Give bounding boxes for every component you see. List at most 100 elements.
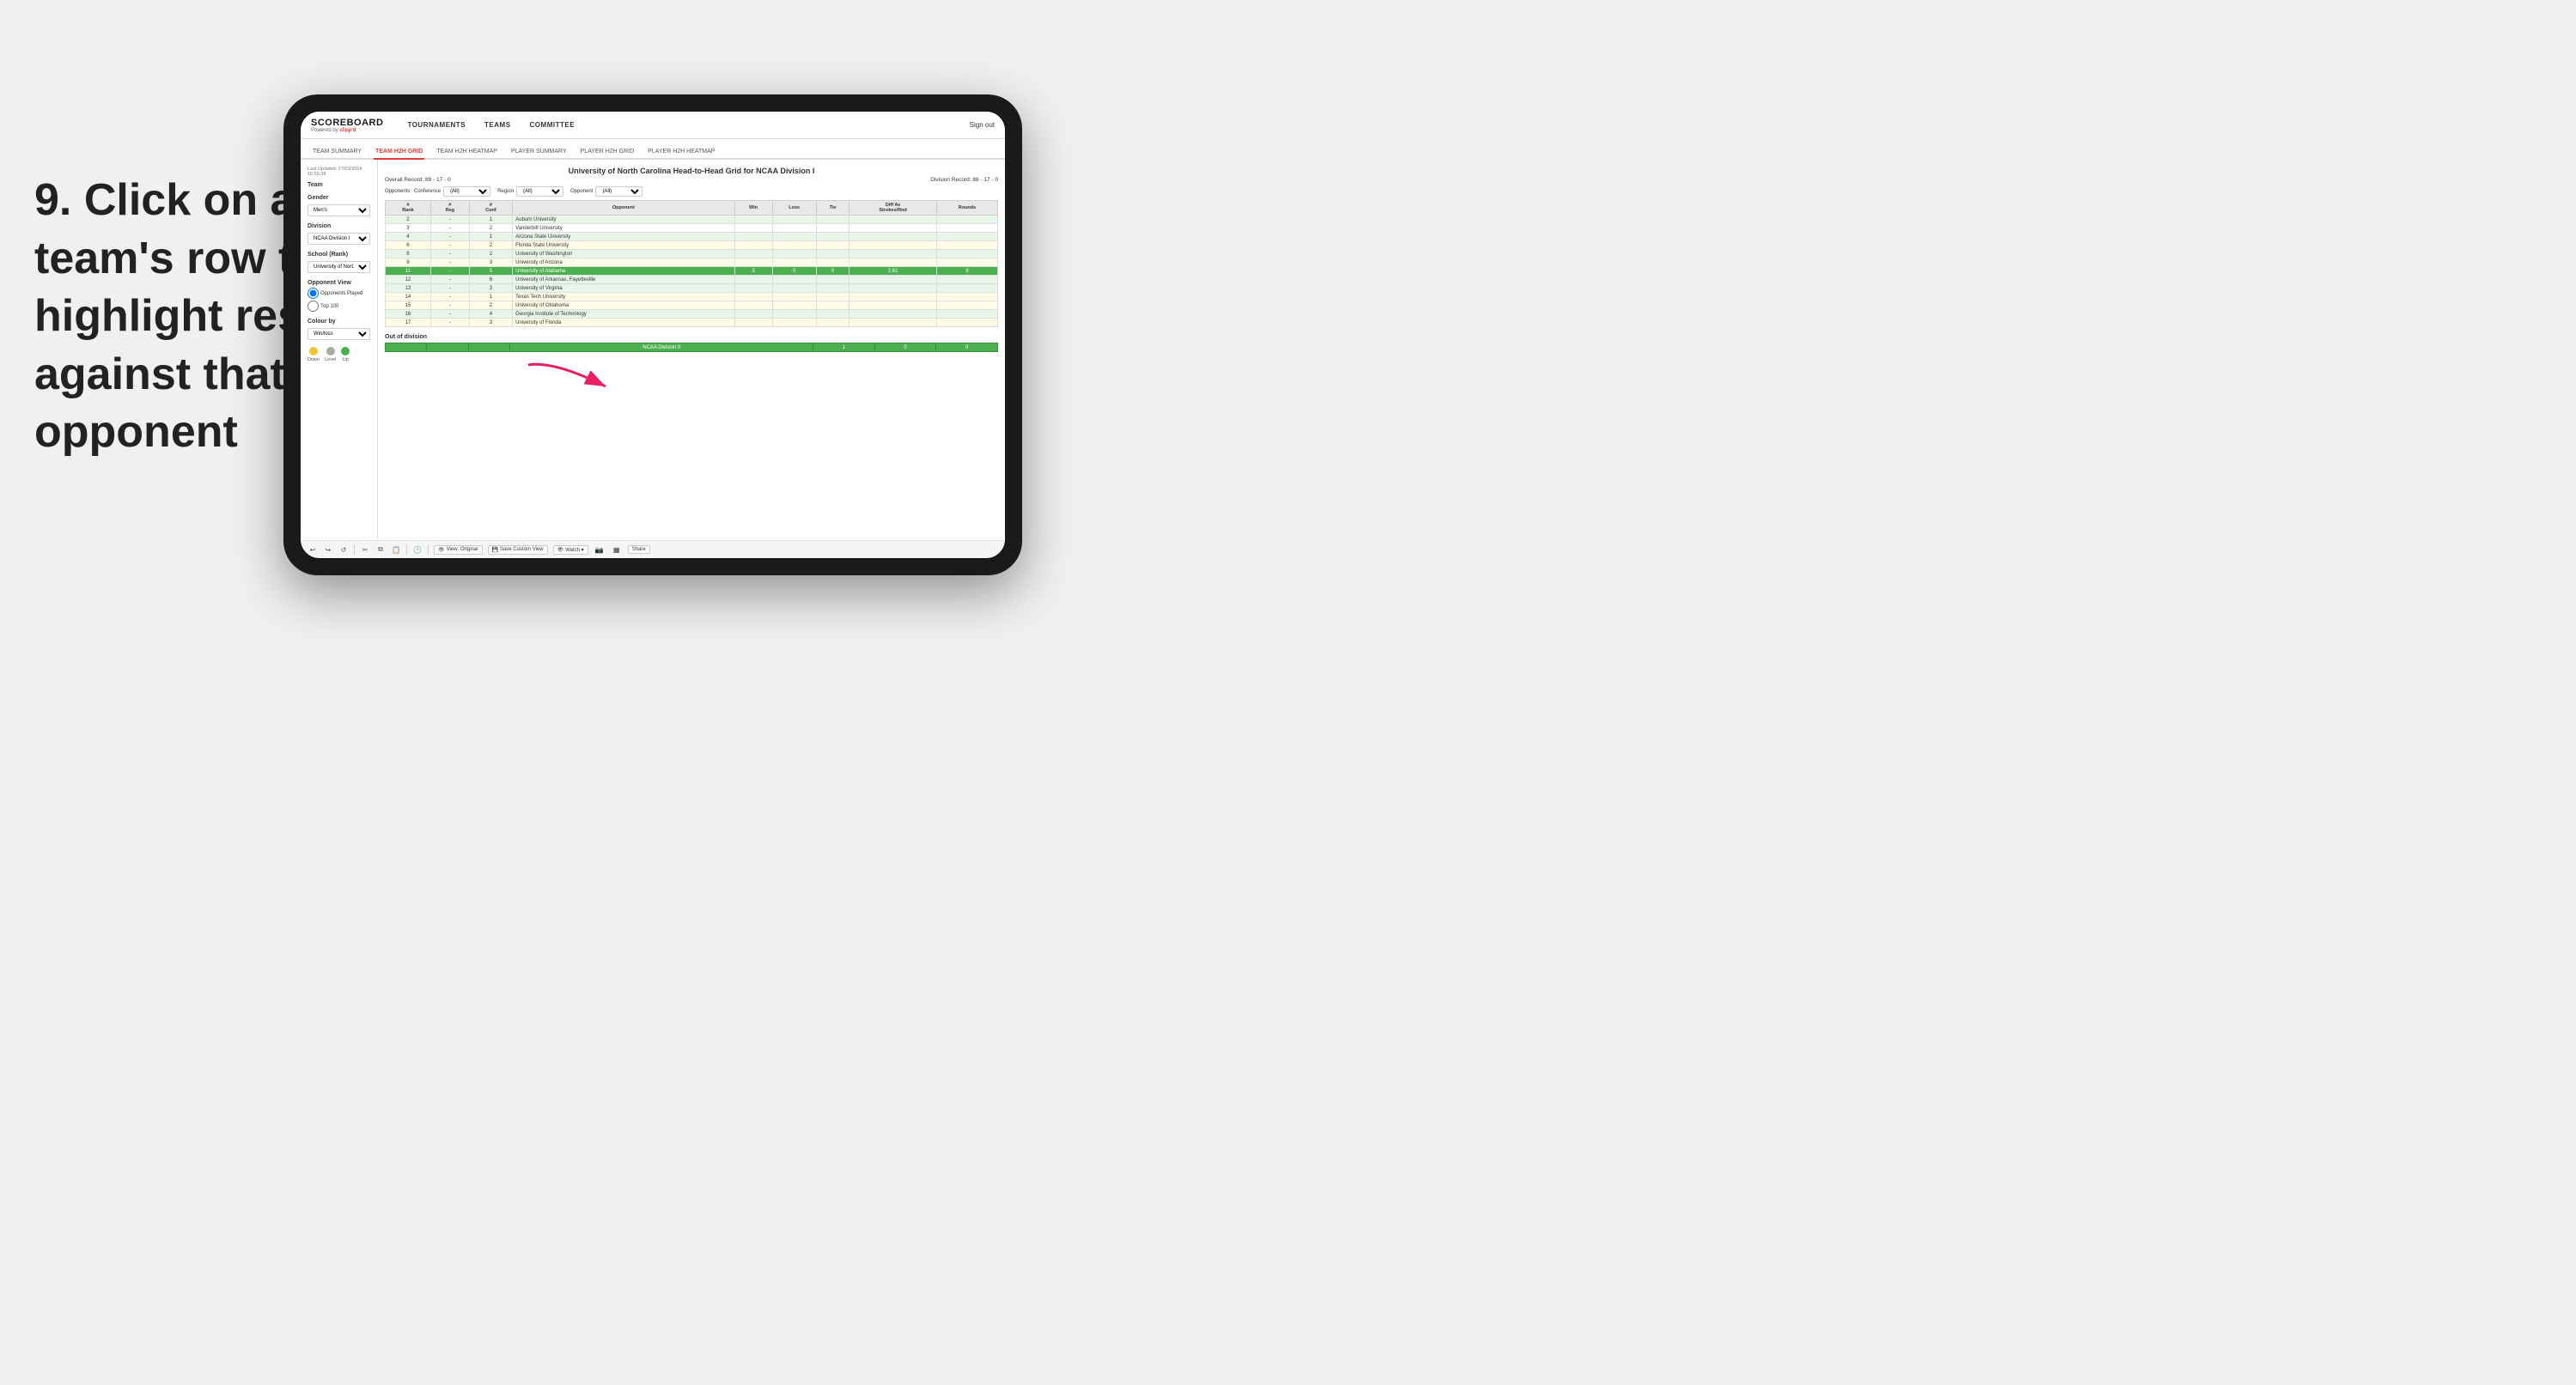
up-dot	[341, 347, 350, 355]
undo-icon[interactable]: ↩	[308, 544, 318, 555]
conf-cell: 2	[469, 224, 512, 233]
conference-filter-group: Opponents: Conference (All)	[385, 186, 490, 197]
out-of-division-section: Out of division NCAA Division II 1 0 0	[385, 334, 998, 352]
logo-powered: Powered by clipp'd	[311, 128, 383, 133]
table-row[interactable]: 11-5University of Alabama3002.618	[386, 267, 998, 276]
nav-tournaments[interactable]: TOURNAMENTS	[404, 119, 469, 131]
table-row[interactable]: 9-3University of Arizona	[386, 258, 998, 267]
top-100-radio[interactable]: Top 100	[308, 301, 370, 312]
reg-cell: -	[430, 233, 469, 241]
conf-cell: 3	[469, 319, 512, 327]
nav-committee[interactable]: COMMITTEE	[527, 119, 579, 131]
table-row[interactable]: 14-1Texas Tech University	[386, 293, 998, 301]
rounds-cell	[936, 233, 997, 241]
diff-cell	[850, 301, 937, 310]
loss-cell	[772, 319, 816, 327]
gender-select[interactable]: Men's	[308, 204, 370, 216]
reg-cell: -	[430, 310, 469, 319]
table-row[interactable]: 8-2University of Washington	[386, 250, 998, 258]
sub-nav: TEAM SUMMARY TEAM H2H GRID TEAM H2H HEAT…	[301, 139, 1005, 160]
separator-1	[354, 544, 355, 555]
scissor-icon[interactable]: ✂	[360, 544, 370, 555]
clock-icon[interactable]: 🕐	[412, 544, 423, 555]
rounds-cell	[936, 250, 997, 258]
sub-nav-team-h2h-heatmap[interactable]: TEAM H2H HEATMAP	[435, 145, 499, 160]
nav-items: TOURNAMENTS TEAMS COMMITTEE	[404, 119, 955, 131]
table-row[interactable]: 15-2University of Oklahoma	[386, 301, 998, 310]
table-row[interactable]: 2-1Auburn University	[386, 216, 998, 224]
win-cell	[734, 301, 772, 310]
opponent-select[interactable]: (All)	[595, 186, 642, 197]
sub-nav-player-h2h-grid[interactable]: PLAYER H2H GRID	[579, 145, 636, 160]
save-custom-view-btn[interactable]: 💾 Save Custom View	[488, 545, 548, 555]
opponents-label: Opponents:	[385, 189, 411, 194]
tie-cell	[816, 284, 849, 293]
table-row[interactable]: 4-1Arizona State University	[386, 233, 998, 241]
sign-out-link[interactable]: Sign out	[970, 121, 995, 129]
name-cell: Florida State University	[513, 241, 734, 250]
overall-record: Overall Record: 89 - 17 - 0	[385, 177, 451, 183]
top-100-input[interactable]	[308, 301, 319, 312]
grid-icon[interactable]: ▦	[611, 544, 623, 556]
school-label: School (Rank)	[308, 252, 370, 258]
share-btn[interactable]: Share	[628, 545, 650, 554]
arrow-annotation	[520, 356, 623, 408]
division-row[interactable]: NCAA Division II 1 0 0	[386, 343, 998, 352]
conference-select[interactable]: (All)	[443, 186, 490, 197]
camera-icon[interactable]: 📷	[594, 544, 606, 556]
opponents-played-radio[interactable]: Opponents Played	[308, 288, 370, 299]
sub-nav-team-h2h-grid[interactable]: TEAM H2H GRID	[374, 145, 424, 160]
legend-up: Up	[341, 347, 350, 362]
sub-nav-player-h2h-heatmap[interactable]: PLAYER H2H HEATMAP	[646, 145, 716, 160]
conf-cell: 2	[469, 250, 512, 258]
table-header-row: #Rank #Reg #Conf Opponent Win Loss Tie D…	[386, 201, 998, 216]
tie-cell	[816, 276, 849, 284]
down-dot	[309, 347, 318, 355]
table-row[interactable]: 12-6University of Arkansas, Fayetteville	[386, 276, 998, 284]
loss-cell	[772, 250, 816, 258]
rank-cell: 12	[386, 276, 431, 284]
col-loss: Loss	[772, 201, 816, 216]
opponents-played-input[interactable]	[308, 288, 319, 299]
view-icon: 👁	[438, 547, 445, 553]
table-row[interactable]: 6-2Florida State University	[386, 241, 998, 250]
reg-cell: -	[430, 216, 469, 224]
copy-icon[interactable]: ⧉	[375, 544, 386, 555]
division-select[interactable]: NCAA Division I	[308, 233, 370, 245]
school-select[interactable]: University of Nort...	[308, 261, 370, 273]
diff-cell	[850, 233, 937, 241]
win-cell	[734, 224, 772, 233]
loss-cell	[772, 241, 816, 250]
colour-by-select[interactable]: Win/loss	[308, 328, 370, 340]
table-row[interactable]: 13-3University of Virginia	[386, 284, 998, 293]
rank-cell: 13	[386, 284, 431, 293]
col-reg: #Reg	[430, 201, 469, 216]
rank-cell: 15	[386, 301, 431, 310]
paste-icon[interactable]: 📋	[391, 544, 401, 555]
rounds-cell	[936, 241, 997, 250]
refresh-icon[interactable]: ↺	[338, 544, 349, 555]
table-row[interactable]: 16-4Georgia Institute of Technology	[386, 310, 998, 319]
opponent-view-section: Opponent View Opponents Played Top 100	[308, 280, 370, 312]
table-row[interactable]: 3-2Vanderbilt University	[386, 224, 998, 233]
col-opponent: Opponent	[513, 201, 734, 216]
tie-cell	[816, 233, 849, 241]
sub-nav-player-summary[interactable]: PLAYER SUMMARY	[509, 145, 569, 160]
view-original-btn[interactable]: 👁 View: Original	[434, 545, 483, 555]
nav-teams[interactable]: TEAMS	[481, 119, 515, 131]
loss-cell: 0	[772, 267, 816, 276]
table-row[interactable]: 17-3University of Florida	[386, 319, 998, 327]
conf-cell: 1	[469, 233, 512, 241]
conf-cell: 2	[469, 241, 512, 250]
tie-cell	[816, 216, 849, 224]
sub-nav-team-summary[interactable]: TEAM SUMMARY	[311, 145, 363, 160]
win-cell	[734, 233, 772, 241]
win-cell	[734, 258, 772, 267]
team-label: Team	[308, 182, 370, 188]
loss-cell	[772, 276, 816, 284]
region-select[interactable]: (All)	[516, 186, 563, 197]
rounds-cell	[936, 284, 997, 293]
win-cell	[734, 216, 772, 224]
redo-icon[interactable]: ↪	[323, 544, 333, 555]
watch-btn[interactable]: 👁 Watch ▾	[553, 545, 588, 555]
